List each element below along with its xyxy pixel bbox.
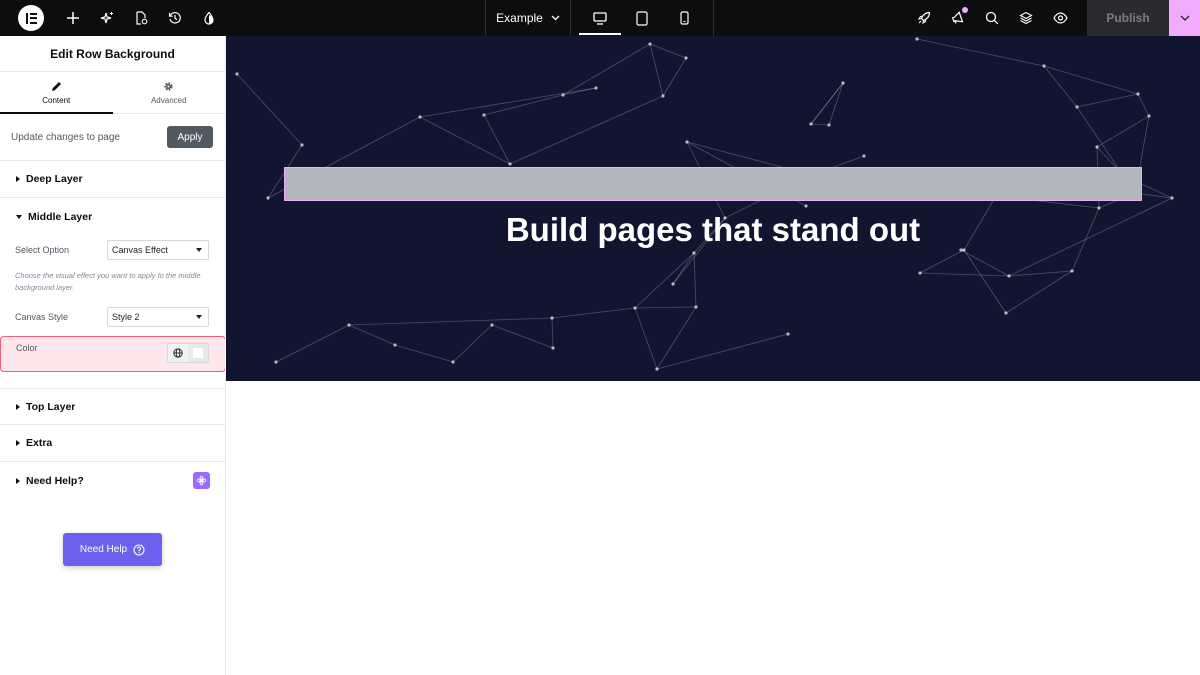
desktop-view-button[interactable] <box>579 0 621 36</box>
chevron-down-icon <box>1180 15 1189 21</box>
section-middle-layer[interactable]: Middle Layer <box>0 198 225 235</box>
lower-sections: Top Layer Extra Need Help? <box>0 388 226 499</box>
history-button[interactable] <box>158 0 192 36</box>
section-label: Extra <box>26 437 53 449</box>
caret-right-icon <box>16 440 20 446</box>
apply-button[interactable]: Apply <box>167 126 213 148</box>
gear-icon <box>164 81 173 91</box>
tab-label: Advanced <box>150 95 187 105</box>
select-option-value: Canvas Effect <box>112 245 168 255</box>
chevron-down-icon <box>551 15 560 21</box>
tablet-view-button[interactable] <box>621 0 663 36</box>
top-bar: Example Publish <box>0 0 1200 36</box>
finder-button[interactable] <box>975 0 1009 36</box>
section-extra[interactable]: Extra <box>0 425 226 462</box>
canvas-style-label: Canvas Style <box>15 312 69 322</box>
preview-canvas: Build pages that stand out <box>226 36 1200 675</box>
hero-heading[interactable]: Build pages that stand out <box>226 211 1200 249</box>
canvas-style-value: Style 2 <box>112 312 140 322</box>
canvas-style-dropdown[interactable]: Style 2 <box>107 307 209 327</box>
preview-button[interactable] <box>1043 0 1077 36</box>
caret-down-icon <box>196 315 202 319</box>
empty-widget-placeholder[interactable] <box>284 167 1142 201</box>
need-help-button[interactable]: Need Help <box>63 533 162 566</box>
select-option-label: Select Option <box>15 245 70 255</box>
elementor-logo-icon[interactable] <box>18 5 44 31</box>
color-label: Color <box>16 343 38 353</box>
eye-icon <box>1052 12 1068 24</box>
select-option-dropdown[interactable]: Canvas Effect <box>107 240 209 260</box>
plus-icon <box>67 12 79 24</box>
addon-logo-icon <box>193 472 210 489</box>
select-option-description: Choose the visual effect you want to app… <box>15 271 201 292</box>
color-field: Color <box>0 336 226 372</box>
page-selector[interactable]: Example <box>485 0 571 36</box>
publish-options-button[interactable] <box>1169 0 1200 36</box>
caret-down-icon <box>196 248 202 252</box>
page-settings-button[interactable] <box>124 0 158 36</box>
sparkle-icon <box>100 12 113 24</box>
panel-title: Edit Row Background <box>0 36 225 72</box>
tablet-icon <box>636 10 648 26</box>
section-label: Middle Layer <box>28 210 93 223</box>
section-deep-layer[interactable]: Deep Layer <box>0 161 225 198</box>
page-name: Example <box>496 11 543 25</box>
mobile-icon <box>679 11 689 25</box>
global-colors-button[interactable] <box>168 344 188 362</box>
tab-content[interactable]: Content <box>0 72 113 114</box>
update-text: Update changes to page <box>11 131 120 143</box>
caret-down-icon <box>16 214 22 219</box>
question-circle-icon <box>133 543 145 556</box>
select-option-field: Select Option Canvas Effect <box>0 240 225 260</box>
notification-dot <box>962 7 968 13</box>
canvas-style-field: Canvas Style Style 2 <box>0 307 225 327</box>
mobile-view-button[interactable] <box>663 0 705 36</box>
rocket-icon <box>917 11 931 25</box>
panel-tabs: Content Advanced <box>0 72 225 114</box>
site-settings-button[interactable] <box>192 0 226 36</box>
pencil-icon <box>51 81 61 91</box>
publish-button[interactable]: Publish <box>1087 0 1169 36</box>
drop-icon <box>204 11 214 25</box>
network-background <box>235 37 1174 371</box>
tab-label: Content <box>42 95 71 105</box>
desktop-icon <box>593 11 607 25</box>
layers-icon <box>1019 11 1033 25</box>
search-icon <box>985 11 999 25</box>
globe-icon <box>173 348 183 358</box>
update-row: Update changes to page Apply <box>0 114 225 161</box>
color-swatch[interactable] <box>188 344 208 362</box>
section-label: Need Help? <box>26 474 84 487</box>
history-icon <box>168 12 181 24</box>
megaphone-icon <box>951 11 964 24</box>
structure-button[interactable] <box>1009 0 1043 36</box>
editor-panel: Edit Row Background Content Advanced Upd… <box>0 36 226 675</box>
launchpad-button[interactable] <box>907 0 941 36</box>
caret-right-icon <box>16 176 20 182</box>
color-control <box>167 343 209 363</box>
section-label: Top Layer <box>26 400 76 413</box>
add-element-button[interactable] <box>56 0 90 36</box>
section-need-help[interactable]: Need Help? <box>0 462 226 499</box>
ai-button[interactable] <box>90 0 124 36</box>
page-settings-icon <box>136 11 148 25</box>
tab-advanced[interactable]: Advanced <box>113 72 226 113</box>
need-help-label: Need Help <box>79 544 128 555</box>
caret-right-icon <box>16 477 20 484</box>
caret-right-icon <box>16 403 20 410</box>
hero-section[interactable]: Build pages that stand out <box>226 36 1200 381</box>
section-label: Deep Layer <box>26 173 83 185</box>
whats-new-button[interactable] <box>941 0 975 36</box>
section-top-layer[interactable]: Top Layer <box>0 388 226 425</box>
